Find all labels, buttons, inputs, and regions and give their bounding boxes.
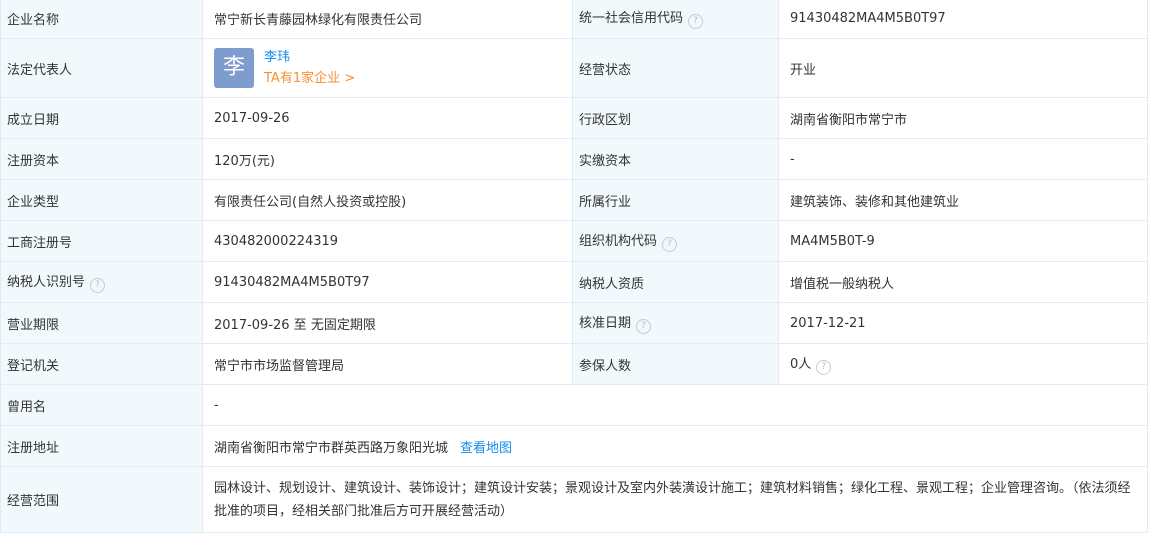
label-admin-region: 行政区划: [572, 97, 779, 139]
label-business-status: 经营状态: [572, 38, 779, 98]
address-text: 湖南省衡阳市常宁市群英西路万象阳光城: [214, 440, 449, 456]
legal-rep-companies-link[interactable]: TA有1家企业 >: [264, 71, 355, 86]
value-approval-date: 2017-12-21: [778, 302, 1148, 344]
value-company-type: 有限责任公司(自然人投资或控股): [202, 179, 573, 221]
label-paid-capital: 实缴资本: [572, 138, 779, 180]
row-company-type: 企业类型 有限责任公司(自然人投资或控股) 所属行业 建筑装饰、装修和其他建筑业: [0, 179, 1148, 221]
value-taxpayer-qualification: 增值税一般纳税人: [778, 261, 1148, 303]
label-legal-rep: 法定代表人: [0, 38, 203, 98]
row-taxpayer-id: 纳税人识别号? 91430482MA4M5B0T97 纳税人资质 增值税一般纳税…: [0, 261, 1148, 303]
label-registered-address: 注册地址: [0, 425, 203, 467]
view-map-link[interactable]: 查看地图: [460, 441, 512, 456]
row-former-name: 曾用名 -: [0, 384, 1148, 426]
help-icon[interactable]: ?: [662, 237, 678, 252]
label-company-type: 企业类型: [0, 179, 203, 221]
value-business-status: 开业: [778, 38, 1148, 98]
row-registered-address: 注册地址 湖南省衡阳市常宁市群英西路万象阳光城 查看地图: [0, 425, 1148, 467]
label-insured-count: 参保人数: [572, 343, 779, 385]
row-company-name: 企业名称 常宁新长青藤园林绿化有限责任公司 统一社会信用代码? 91430482…: [0, 0, 1148, 39]
label-credit-code: 统一社会信用代码?: [572, 0, 779, 39]
row-registration-number: 工商注册号 430482000224319 组织机构代码? MA4M5B0T-9: [0, 220, 1148, 262]
label-taxpayer-id-text: 纳税人识别号: [7, 275, 86, 290]
value-credit-code: 91430482MA4M5B0T97: [778, 0, 1148, 39]
value-registration-number: 430482000224319: [202, 220, 573, 262]
value-former-name: -: [202, 384, 1148, 426]
value-registered-address: 湖南省衡阳市常宁市群英西路万象阳光城 查看地图: [202, 425, 1148, 467]
value-taxpayer-id: 91430482MA4M5B0T97: [202, 261, 573, 303]
label-industry: 所属行业: [572, 179, 779, 221]
row-legal-rep: 法定代表人 李李玮 TA有1家企业 > 经营状态 开业: [0, 38, 1148, 98]
value-paid-capital: -: [778, 138, 1148, 180]
row-business-scope: 经营范围 园林设计、规划设计、建筑设计、装饰设计；建筑设计安装；景观设计及室内外…: [0, 466, 1148, 533]
label-org-code: 组织机构代码?: [572, 220, 779, 262]
value-business-scope: 园林设计、规划设计、建筑设计、装饰设计；建筑设计安装；景观设计及室内外装潢设计施…: [202, 466, 1148, 533]
label-approval-date-text: 核准日期: [579, 316, 632, 331]
value-org-code: MA4M5B0T-9: [778, 220, 1148, 262]
value-insured-count-text: 0人: [790, 357, 812, 372]
help-icon[interactable]: ?: [90, 278, 106, 293]
label-registration-number: 工商注册号: [0, 220, 203, 262]
help-icon[interactable]: ?: [688, 14, 704, 29]
label-taxpayer-qualification: 纳税人资质: [572, 261, 779, 303]
value-legal-rep: 李李玮 TA有1家企业 >: [202, 38, 573, 98]
legal-rep-name-link[interactable]: 李玮: [264, 50, 290, 65]
legal-rep-info: 李玮 TA有1家企业 >: [264, 47, 355, 89]
label-approval-date: 核准日期?: [572, 302, 779, 344]
label-registered-capital: 注册资本: [0, 138, 203, 180]
label-business-scope: 经营范围: [0, 466, 203, 533]
label-company-name: 企业名称: [0, 0, 203, 39]
row-established-date: 成立日期 2017-09-26 行政区划 湖南省衡阳市常宁市: [0, 97, 1148, 139]
value-insured-count: 0人?: [778, 343, 1148, 385]
label-registration-authority: 登记机关: [0, 343, 203, 385]
label-business-term: 营业期限: [0, 302, 203, 344]
value-industry: 建筑装饰、装修和其他建筑业: [778, 179, 1148, 221]
help-icon[interactable]: ?: [636, 319, 652, 334]
label-taxpayer-id: 纳税人识别号?: [0, 261, 203, 303]
value-established-date: 2017-09-26: [202, 97, 573, 139]
label-former-name: 曾用名: [0, 384, 203, 426]
row-business-term: 营业期限 2017-09-26 至 无固定期限 核准日期? 2017-12-21: [0, 302, 1148, 344]
value-registered-capital: 120万(元): [202, 138, 573, 180]
row-registration-authority: 登记机关 常宁市市场监督管理局 参保人数 0人?: [0, 343, 1148, 385]
value-admin-region: 湖南省衡阳市常宁市: [778, 97, 1148, 139]
value-registration-authority: 常宁市市场监督管理局: [202, 343, 573, 385]
value-business-term: 2017-09-26 至 无固定期限: [202, 302, 573, 344]
avatar[interactable]: 李: [214, 48, 254, 88]
label-established-date: 成立日期: [0, 97, 203, 139]
row-registered-capital: 注册资本 120万(元) 实缴资本 -: [0, 138, 1148, 180]
company-info-table: 企业名称 常宁新长青藤园林绿化有限责任公司 统一社会信用代码? 91430482…: [0, 0, 1148, 533]
label-credit-code-text: 统一社会信用代码: [579, 11, 684, 26]
value-company-name: 常宁新长青藤园林绿化有限责任公司: [202, 0, 573, 39]
label-org-code-text: 组织机构代码: [579, 234, 658, 249]
help-icon[interactable]: ?: [816, 360, 832, 375]
